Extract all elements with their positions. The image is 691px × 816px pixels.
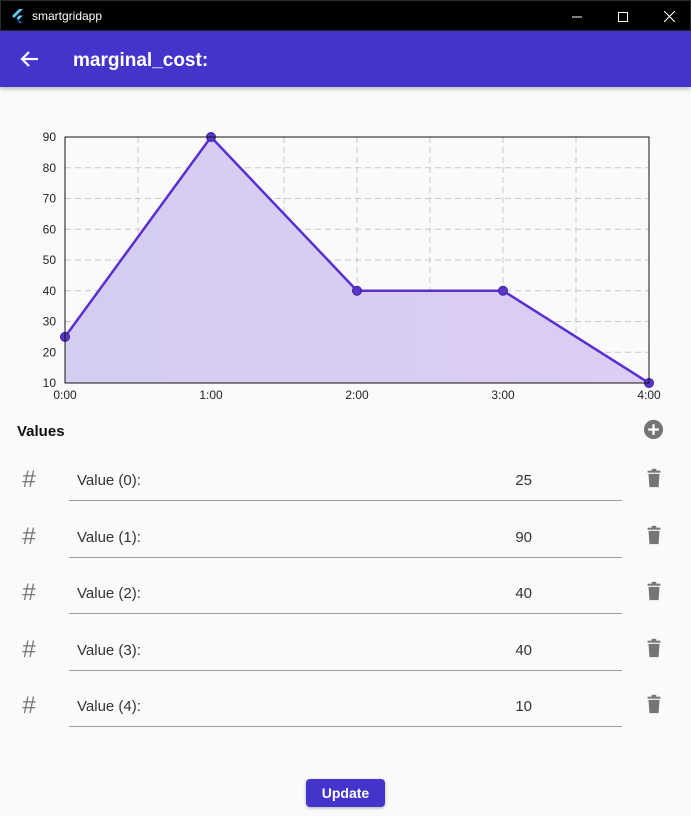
- value-text: 40: [515, 585, 532, 602]
- value-input[interactable]: Value (1): 90: [69, 518, 622, 558]
- x-tick-label: 0:00: [53, 388, 77, 402]
- value-label: Value (0):: [77, 472, 141, 489]
- maximize-button[interactable]: [600, 1, 646, 32]
- value-row: # Value (0): 25: [0, 461, 691, 517]
- value-text: 90: [515, 528, 532, 546]
- value-row: # Value (2): 40: [0, 574, 691, 630]
- flutter-logo-icon: [12, 9, 23, 23]
- value-input[interactable]: Value (2): 40: [69, 574, 622, 614]
- value-row: # Value (1): 90: [0, 518, 691, 574]
- value-text: 25: [515, 472, 532, 489]
- trash-icon[interactable]: [643, 580, 665, 602]
- value-text: 10: [515, 698, 532, 715]
- value-text: 40: [515, 641, 532, 659]
- hash-icon: #: [22, 635, 36, 663]
- trash-icon[interactable]: [643, 467, 665, 489]
- close-icon: [663, 11, 675, 22]
- value-input[interactable]: Value (0): 25: [69, 461, 622, 501]
- trash-icon[interactable]: [643, 693, 665, 715]
- value-row: # Value (4): 10: [0, 687, 691, 743]
- value-label: Value (2):: [77, 585, 141, 602]
- value-label: Value (4):: [77, 698, 141, 715]
- page-title: marginal_cost:: [73, 50, 209, 71]
- hash-icon: #: [22, 522, 36, 550]
- maximize-icon: [618, 11, 628, 22]
- y-tick-label: 30: [43, 315, 57, 329]
- back-button[interactable]: [14, 43, 46, 75]
- y-tick-label: 90: [43, 130, 57, 144]
- hash-icon: #: [22, 579, 36, 606]
- values-header: Values: [17, 423, 65, 440]
- close-button[interactable]: [646, 1, 691, 32]
- x-tick-label: 2:00: [345, 388, 369, 402]
- update-button[interactable]: Update: [306, 779, 385, 807]
- x-tick-label: 4:00: [637, 388, 661, 402]
- value-label: Value (1):: [77, 528, 141, 546]
- hash-icon: #: [22, 466, 36, 493]
- x-tick-label: 3:00: [491, 388, 515, 402]
- window-title: smartgridapp: [32, 9, 103, 23]
- y-tick-label: 70: [43, 192, 57, 206]
- window-titlebar: smartgridapp: [0, 0, 691, 31]
- x-tick-label: 1:00: [199, 388, 223, 402]
- y-tick-label: 60: [43, 222, 57, 236]
- minimize-icon: [572, 16, 582, 17]
- add-circle-icon[interactable]: [642, 418, 665, 441]
- y-tick-label: 20: [43, 345, 57, 359]
- data-point: [352, 285, 362, 296]
- marginal-cost-chart: 1020304050607080900:00 1:00 2:00 3:00 4:00: [43, 130, 661, 402]
- y-tick-label: 80: [43, 161, 57, 175]
- trash-icon[interactable]: [643, 524, 665, 546]
- y-tick-label: 50: [43, 253, 57, 267]
- minimize-button[interactable]: [554, 1, 600, 32]
- trash-icon[interactable]: [643, 637, 665, 659]
- value-input[interactable]: Value (3): 40: [69, 631, 622, 671]
- hash-icon: #: [22, 692, 36, 719]
- data-point: [498, 285, 508, 296]
- value-label: Value (3):: [77, 641, 141, 659]
- arrow-back-icon: [20, 51, 38, 67]
- value-input[interactable]: Value (4): 10: [69, 687, 622, 727]
- value-row: # Value (3): 40: [0, 631, 691, 687]
- y-tick-label: 40: [43, 284, 57, 298]
- app-bar: marginal_cost:: [0, 31, 691, 87]
